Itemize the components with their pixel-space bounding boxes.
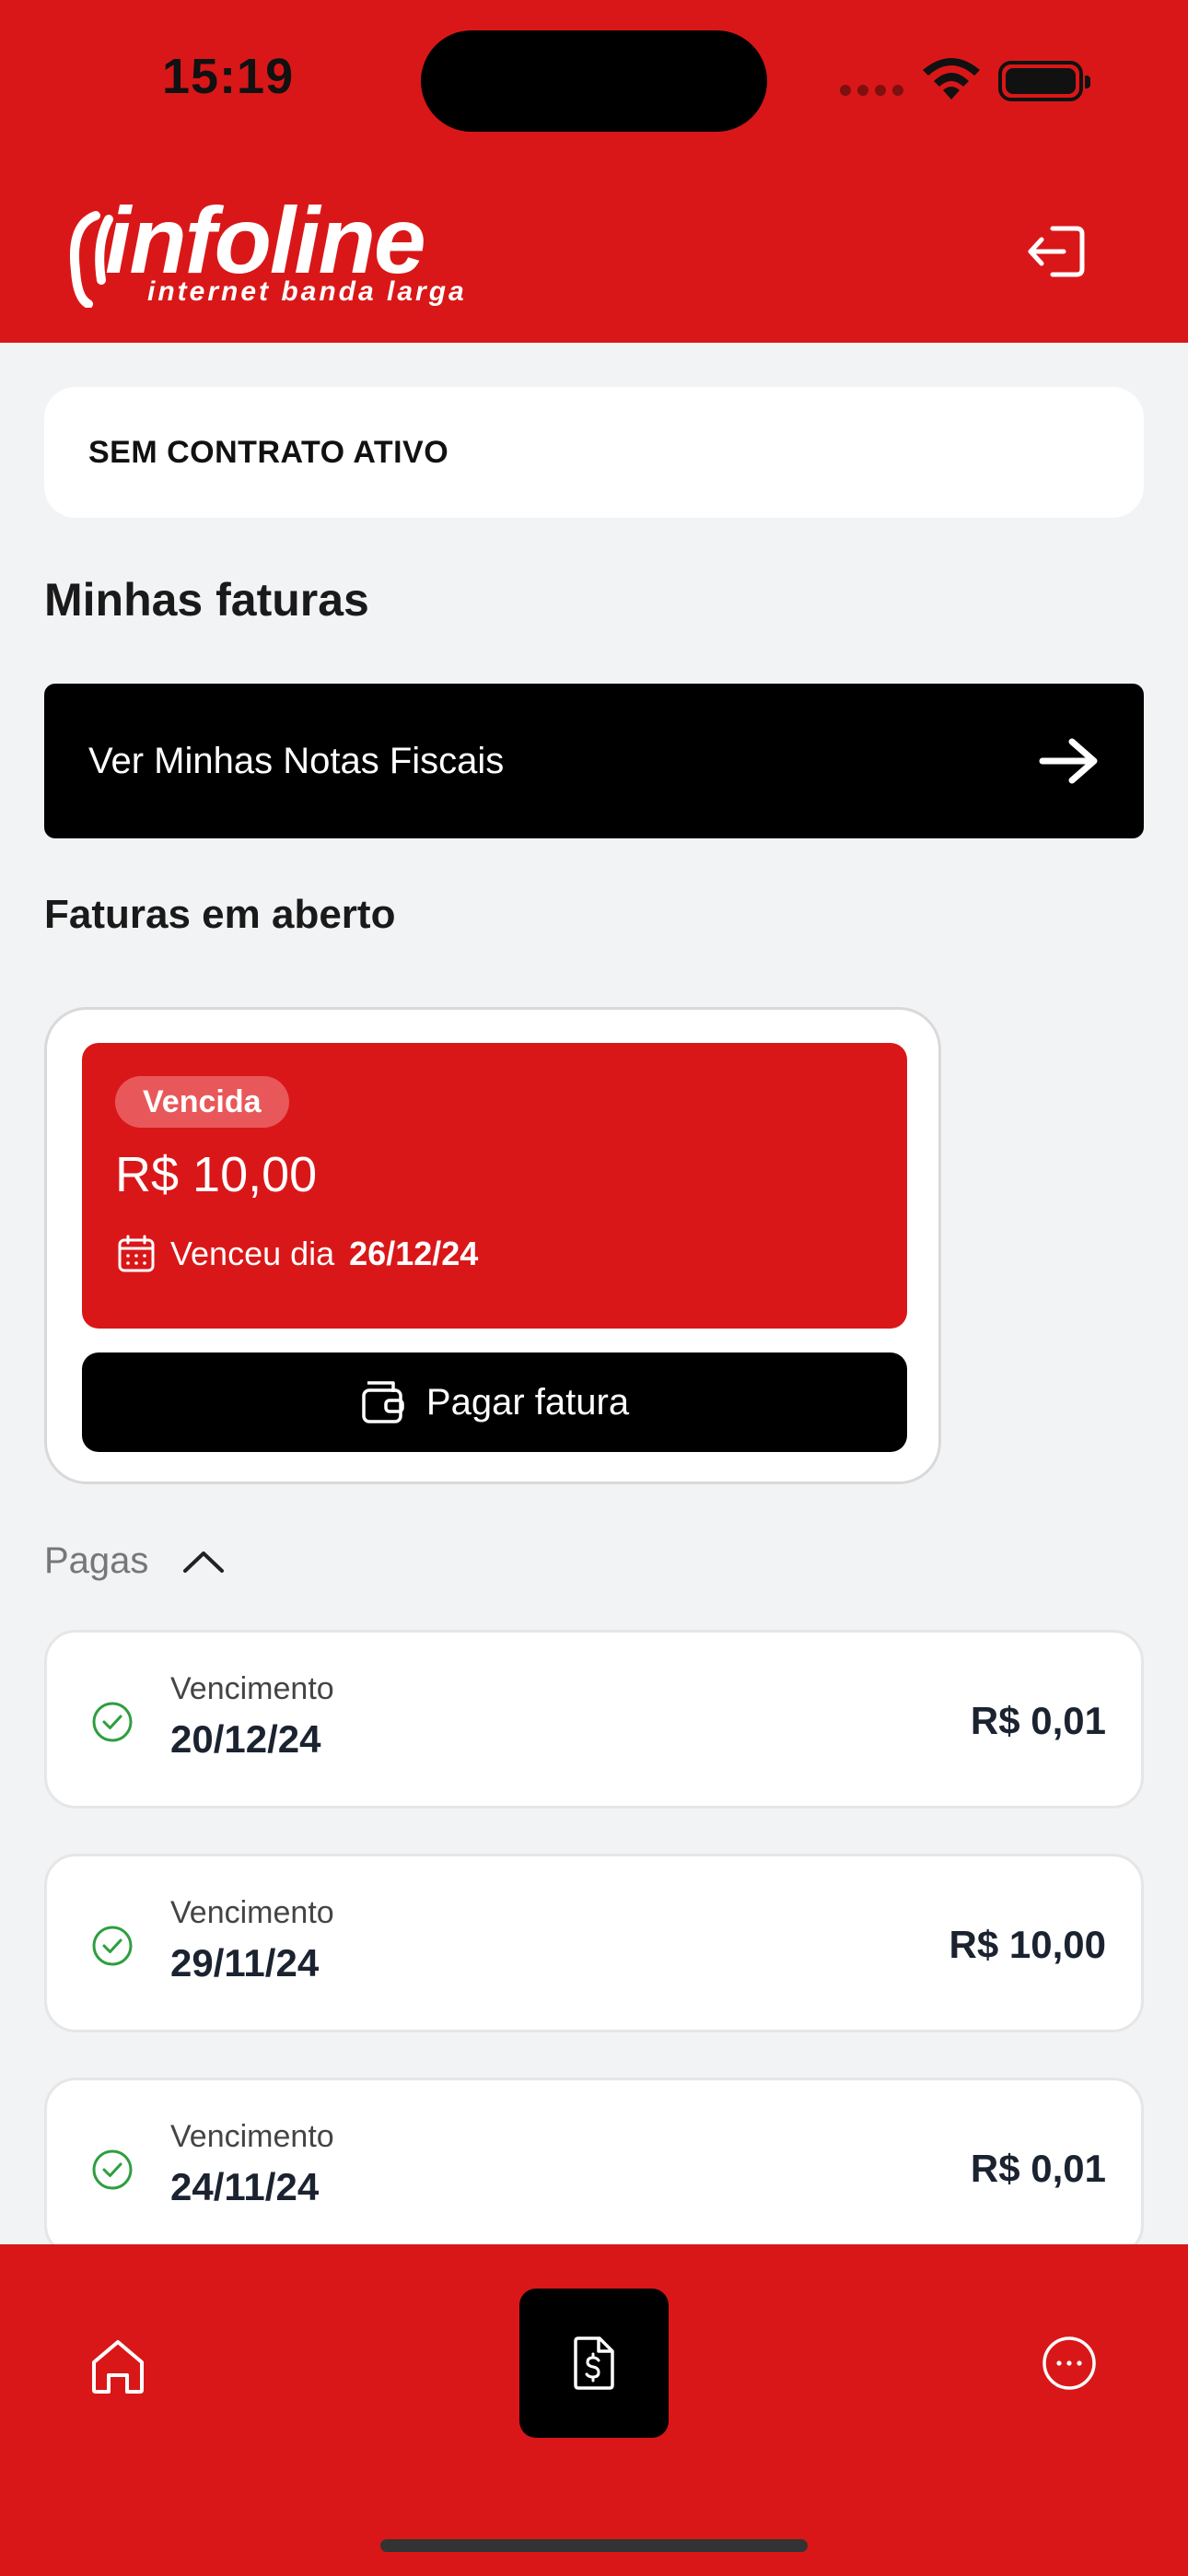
arrow-right-icon (1039, 738, 1098, 784)
invoice-summary: Vencida R$ 10,00 Venceu dia 26/12/24 (82, 1043, 907, 1329)
wifi-icon (923, 58, 980, 100)
invoices-title: Minhas faturas (44, 574, 369, 626)
check-circle-icon (92, 2149, 133, 2190)
paid-invoice-item[interactable]: Vencimento 24/11/24 R$ 0,01 (44, 2078, 1144, 2256)
invoice-dollar-icon (574, 2336, 614, 2390)
due-date-row: Venceu dia 26/12/24 (117, 1235, 478, 1273)
paid-amount: R$ 10,00 (949, 1923, 1106, 1966)
overdue-badge: Vencida (115, 1076, 289, 1128)
logout-icon (1028, 226, 1085, 277)
logo-wordmark: infoline (105, 188, 426, 293)
home-indicator (380, 2539, 808, 2552)
due-label: Vencimento (170, 2119, 334, 2154)
due-date: 20/12/24 (170, 1717, 321, 1761)
home-icon (92, 2340, 144, 2394)
wallet-icon (362, 1381, 404, 1423)
due-date: 24/11/24 (170, 2165, 320, 2208)
status-time: 15:19 (162, 49, 295, 104)
chevron-up-icon (183, 1551, 225, 1573)
paid-amount: R$ 0,01 (970, 1699, 1106, 1742)
pay-invoice-label: Pagar fatura (425, 1381, 630, 1423)
check-circle-icon (92, 1702, 133, 1742)
nav-invoices-button[interactable] (519, 2289, 669, 2438)
contract-status-card: SEM CONTRATO ATIVO (44, 387, 1144, 518)
nav-more-button[interactable] (1039, 2333, 1100, 2394)
paid-invoices-toggle[interactable]: Pagas (44, 1540, 226, 1582)
pay-invoice-button[interactable]: Pagar fatura (82, 1352, 907, 1452)
invoice-amount: R$ 10,00 (115, 1147, 318, 1202)
dynamic-island (421, 30, 767, 132)
app-header: 15:19 infoline internet banda larga (0, 0, 1188, 343)
bottom-navigation (0, 2244, 1188, 2576)
paid-amount: R$ 0,01 (970, 2147, 1106, 2190)
logout-button[interactable] (1020, 219, 1090, 284)
calendar-icon (118, 1235, 155, 1272)
view-fiscal-notes-button[interactable]: Ver Minhas Notas Fiscais (44, 684, 1144, 838)
more-dots-icon (1042, 2336, 1096, 2390)
paid-invoice-item[interactable]: Vencimento 29/11/24 R$ 10,00 (44, 1854, 1144, 2032)
due-label: Vencimento (170, 1671, 334, 1706)
paid-toggle-label: Pagas (44, 1540, 149, 1581)
open-invoices-title: Faturas em aberto (44, 892, 396, 937)
due-date: 29/11/24 (170, 1941, 320, 1985)
due-date: 26/12/24 (349, 1235, 479, 1272)
due-label: Vencimento (170, 1895, 334, 1930)
infoline-logo: infoline internet banda larga (68, 193, 510, 313)
battery-icon (998, 61, 1090, 101)
cellular-signal-icon (840, 85, 904, 98)
due-prefix: Venceu dia (170, 1235, 335, 1272)
paid-invoice-item[interactable]: Vencimento 20/12/24 R$ 0,01 (44, 1630, 1144, 1809)
contract-status-text: SEM CONTRATO ATIVO (88, 434, 449, 470)
open-invoice-card: Vencida R$ 10,00 Venceu dia 26/12/24 Pag… (44, 1007, 941, 1484)
check-circle-icon (92, 1926, 133, 1966)
logo-tagline: internet banda larga (147, 276, 467, 307)
view-fiscal-notes-label: Ver Minhas Notas Fiscais (88, 740, 505, 781)
nav-home-button[interactable] (85, 2333, 151, 2399)
